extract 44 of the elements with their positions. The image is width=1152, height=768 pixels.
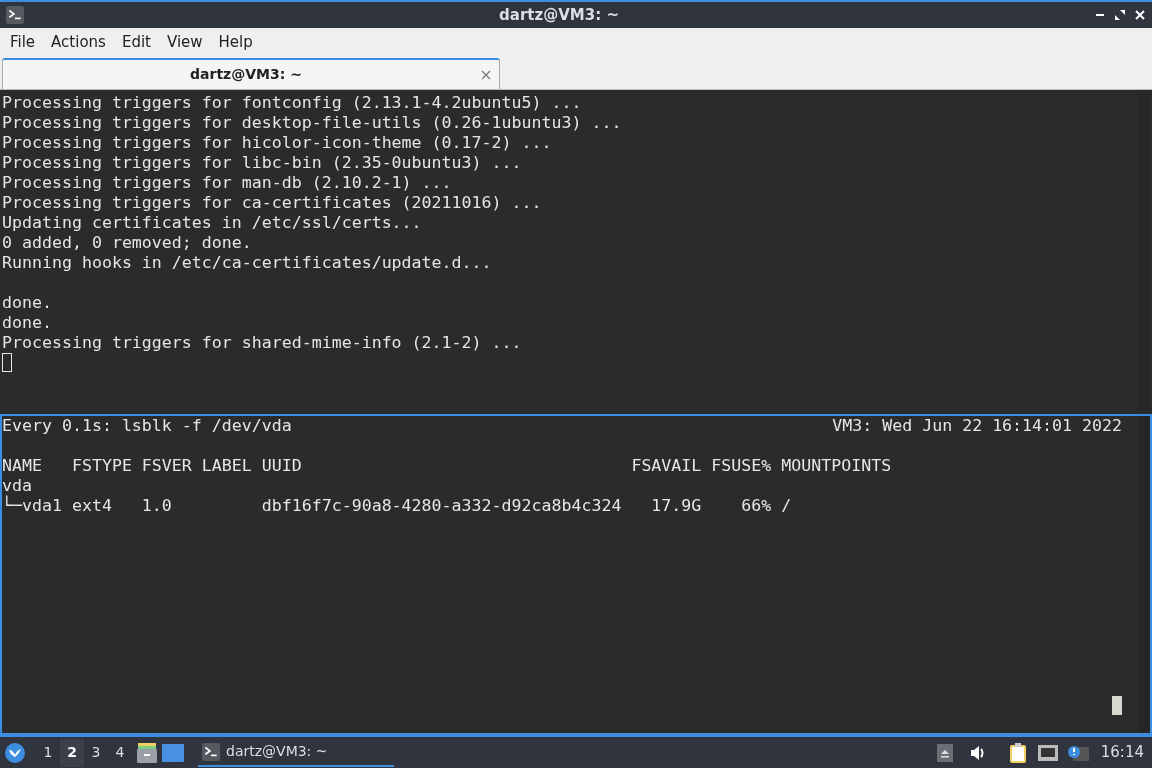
terminal-line: Processing triggers for ca-certificates (20211016) ... — [2, 193, 543, 213]
clipboard-icon[interactable] — [1008, 742, 1027, 763]
terminal-line: 0 added, 0 removed; done. — [2, 233, 253, 253]
terminal-line: Processing triggers for man-db (2.10.2-1) ... — [2, 173, 453, 193]
terminal-line: └─vda1 ext4 1.0 dbf16f7c-90a8-4280-a332-d92ca8b4c324 17.9G 66% / — [2, 495, 793, 516]
menu-item[interactable]: Edit — [113, 31, 159, 54]
scrollbar[interactable] — [1138, 415, 1150, 733]
terminal-line: Running hooks in /etc/ca-certificates/update.d... — [2, 253, 493, 273]
terminal-pane[interactable]: Every 0.1s: lsblk -f /dev/vda VM3: Wed Jun 22 16:14:01 2022 NAME FSTYPE FSVER LABEL UUID FSAVAIL FSUSE% MOUNTPOINTS vda └─vda1 ext4 1.0 dbf16f7c-90a8-4280-a332-d92ca8b4c324 17.9G 66% / — [0, 413, 1152, 735]
terminal-line: Processing triggers for shared-mime-info (2.1-2) ... — [2, 333, 523, 353]
terminal-icon — [6, 6, 24, 24]
maximize-icon[interactable] — [1114, 9, 1126, 21]
workspace-switch[interactable]: 4 — [108, 738, 132, 767]
terminal-line: VM3: Wed Jun 22 16:14:01 2022 — [832, 415, 1122, 436]
terminal-line: NAME FSTYPE FSVER LABEL UUID FSAVAIL FSUSE% MOUNTPOINTS — [2, 455, 893, 476]
terminal-icon — [202, 742, 220, 761]
cursor — [2, 353, 12, 372]
tab[interactable]: dartz@VM3: ~ — [2, 58, 500, 89]
terminal-line: done. — [2, 293, 53, 313]
task-button[interactable]: dartz@VM3: ~ — [198, 738, 394, 767]
menu-item[interactable]: File — [2, 31, 44, 54]
workspace-switch[interactable]: 3 — [84, 738, 108, 767]
terminal-line: Every 0.1s: lsblk -f /dev/vda — [2, 415, 292, 436]
terminal-line: Updating certificates in /etc/ssl/certs... — [2, 213, 423, 233]
workspace-switch[interactable]: 2 — [60, 738, 84, 767]
eject-icon[interactable] — [936, 743, 953, 762]
terminal-line: Processing triggers for desktop-file-utils (0.26-1ubuntu3) ... — [2, 113, 623, 133]
window-title: dartz@VM3: ~ — [499, 4, 619, 26]
terminal-line: Processing triggers for hicolor-icon-theme (0.17-2) ... — [2, 133, 553, 153]
network-icon[interactable] — [1036, 743, 1059, 762]
menu-item[interactable]: View — [158, 31, 211, 54]
terminal-line: Processing triggers for fontconfig (2.13.1-4.2ubuntu5) ... — [2, 93, 583, 113]
file-cabinet-icon[interactable] — [136, 742, 158, 763]
desktop-icon[interactable] — [162, 743, 184, 762]
clock[interactable]: 16:14 — [1100, 741, 1144, 764]
workspace-switch[interactable]: 1 — [36, 738, 60, 767]
terminal-line: Processing triggers for libc-bin (2.35-0ubuntu3) ... — [2, 153, 523, 173]
cursor — [1112, 696, 1122, 715]
menu-item[interactable]: Actions — [43, 31, 114, 54]
terminal-line: vda — [2, 475, 33, 495]
menu-item[interactable]: Help — [210, 31, 261, 54]
notification-icon[interactable] — [1066, 743, 1089, 762]
terminal-line: done. — [2, 313, 53, 333]
terminal-pane[interactable] — [0, 91, 1152, 413]
